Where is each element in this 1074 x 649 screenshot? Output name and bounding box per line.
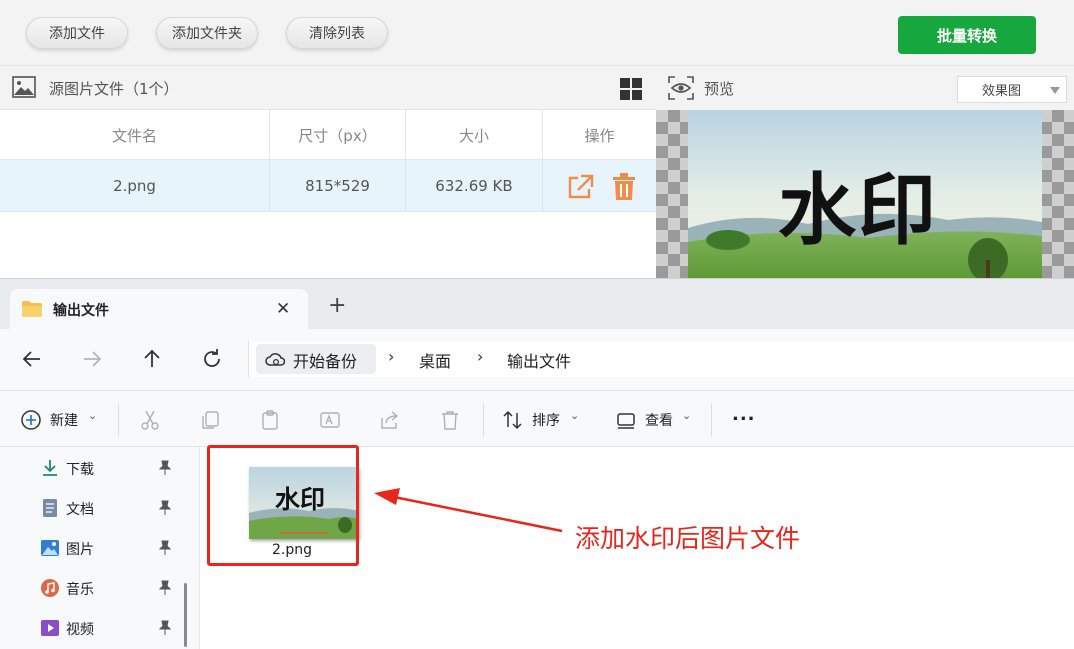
sidebar-scrollbar[interactable] — [184, 583, 187, 647]
cut-icon[interactable] — [139, 409, 161, 431]
view-icon[interactable] — [615, 409, 637, 431]
pin-icon[interactable] — [158, 460, 172, 476]
preview-mode-value: 效果图 — [982, 84, 1022, 99]
table-row[interactable]: 2.png 815*529 632.69 KB — [0, 160, 656, 212]
cloud-sync-icon — [265, 353, 285, 366]
up-arrow-icon[interactable] — [140, 347, 164, 371]
new-button[interactable]: 新建 — [50, 410, 78, 430]
delete-icon[interactable] — [439, 409, 461, 431]
command-bar: 新建 ⌄ 排序 ⌄ 查看 ⌄ ... — [0, 391, 1074, 447]
close-icon[interactable]: ✕ — [276, 299, 290, 319]
download-icon — [43, 460, 57, 476]
copy-icon[interactable] — [199, 409, 221, 431]
file-explorer-window: 输出文件 ✕ + 开始备份 › 桌面 › 输出文件 新建 ⌄ 排序 ⌄ 查看 ⌄… — [0, 278, 1074, 649]
sidebar-item-label: 音乐 — [66, 582, 94, 598]
batch-convert-button[interactable]: 批量转换 — [898, 16, 1036, 54]
sort-icon[interactable] — [502, 409, 524, 431]
music-icon — [41, 579, 59, 597]
add-file-button[interactable]: 添加文件 — [26, 17, 128, 49]
row-dimensions: 815*529 — [270, 160, 406, 212]
open-external-icon[interactable] — [567, 174, 595, 200]
chevron-down-icon: ⌄ — [88, 409, 98, 422]
source-files-pane: 源图片文件（1个） 文件名 尺寸（px） 大小 操作 2.png 815*529… — [0, 66, 656, 278]
grid-view-icon[interactable] — [619, 77, 643, 101]
tab-title: 输出文件 — [53, 303, 109, 319]
breadcrumb-desktop[interactable]: 桌面 — [419, 348, 451, 372]
sort-button[interactable]: 排序 — [532, 410, 560, 430]
back-arrow-icon[interactable] — [20, 347, 44, 371]
new-tab-button[interactable]: + — [328, 295, 346, 317]
video-icon — [41, 620, 59, 636]
chevron-down-icon — [1050, 87, 1060, 94]
highlight-box — [207, 445, 359, 566]
pin-icon[interactable] — [158, 500, 172, 516]
explorer-navbar: 开始备份 › 桌面 › 输出文件 — [0, 329, 1074, 391]
command-separator — [118, 403, 119, 437]
column-dimensions: 尺寸（px） — [270, 110, 406, 160]
column-filename: 文件名 — [0, 110, 270, 160]
more-options-button[interactable]: ... — [732, 404, 756, 425]
source-files-title: 源图片文件（1个） — [49, 80, 179, 98]
breadcrumb-separator-icon: › — [477, 347, 484, 366]
sidebar-item-label: 视频 — [66, 622, 94, 638]
pin-icon[interactable] — [158, 580, 172, 596]
add-folder-button[interactable]: 添加文件夹 — [156, 17, 258, 49]
row-size: 632.69 KB — [406, 160, 543, 212]
delete-icon[interactable] — [612, 173, 636, 201]
document-icon — [43, 499, 57, 517]
chevron-down-icon: ⌄ — [682, 409, 692, 422]
pictures-icon — [41, 540, 59, 556]
preview-canvas: 水印 — [656, 110, 1074, 278]
rename-icon[interactable] — [319, 409, 341, 431]
new-plus-icon[interactable] — [20, 409, 42, 431]
column-actions: 操作 — [584, 126, 615, 145]
address-bar[interactable]: 开始备份 › 桌面 › 输出文件 — [248, 341, 1074, 377]
share-icon[interactable] — [379, 409, 401, 431]
preview-title: 预览 — [704, 80, 735, 98]
converter-app: 添加文件 添加文件夹 清除列表 批量转换 源图片文件（1个） 文件名 尺寸（px… — [0, 0, 1074, 278]
eye-icon — [668, 76, 694, 100]
paste-icon[interactable] — [259, 409, 281, 431]
sidebar-item-label: 下载 — [66, 462, 94, 478]
breadcrumb-backup[interactable]: 开始备份 — [256, 344, 376, 374]
preview-mode-select[interactable]: 效果图 — [957, 76, 1067, 103]
sidebar-item-label: 图片 — [66, 542, 94, 558]
clear-list-button[interactable]: 清除列表 — [286, 17, 388, 49]
sidebar-item-pictures[interactable]: 图片 — [40, 534, 180, 564]
sidebar-item-label: 文档 — [66, 502, 94, 518]
row-filename: 2.png — [0, 160, 270, 212]
sidebar-item-music[interactable]: 音乐 — [40, 574, 180, 604]
refresh-icon[interactable] — [200, 347, 224, 371]
pin-icon[interactable] — [158, 620, 172, 636]
source-files-header: 源图片文件（1个） — [0, 66, 656, 110]
sidebar-item-documents[interactable]: 文档 — [40, 494, 180, 524]
command-separator — [483, 403, 484, 437]
breadcrumb-output-folder[interactable]: 输出文件 — [507, 348, 571, 372]
file-table-header: 文件名 尺寸（px） 大小 操作 — [0, 110, 656, 160]
annotation-label: 添加水印后图片文件 — [575, 524, 801, 553]
forward-arrow-icon[interactable] — [80, 347, 104, 371]
column-size: 大小 — [406, 110, 543, 160]
annotation-arrow-icon — [374, 488, 563, 533]
row-actions — [567, 173, 647, 201]
converter-toolbar: 添加文件 添加文件夹 清除列表 批量转换 — [0, 0, 1074, 66]
chevron-down-icon: ⌄ — [570, 409, 580, 422]
pin-icon[interactable] — [158, 540, 172, 556]
preview-pane: 预览 效果图 水印 — [656, 66, 1074, 278]
breadcrumb-separator-icon: › — [388, 347, 395, 366]
preview-image: 水印 — [688, 110, 1042, 278]
breadcrumb-backup-label: 开始备份 — [293, 352, 358, 371]
command-separator — [711, 403, 712, 437]
preview-watermark-text: 水印 — [778, 166, 939, 256]
folder-icon — [22, 301, 42, 317]
sidebar-item-downloads[interactable]: 下载 — [40, 454, 180, 484]
view-button[interactable]: 查看 — [645, 410, 673, 430]
image-icon — [12, 76, 36, 98]
explorer-sidebar: 下载 文档 图片 音乐 视频 — [0, 447, 200, 649]
tab-output-folder[interactable]: 输出文件 ✕ — [10, 289, 308, 329]
sidebar-item-videos[interactable]: 视频 — [40, 614, 180, 644]
explorer-tabstrip: 输出文件 ✕ + — [0, 279, 1074, 329]
